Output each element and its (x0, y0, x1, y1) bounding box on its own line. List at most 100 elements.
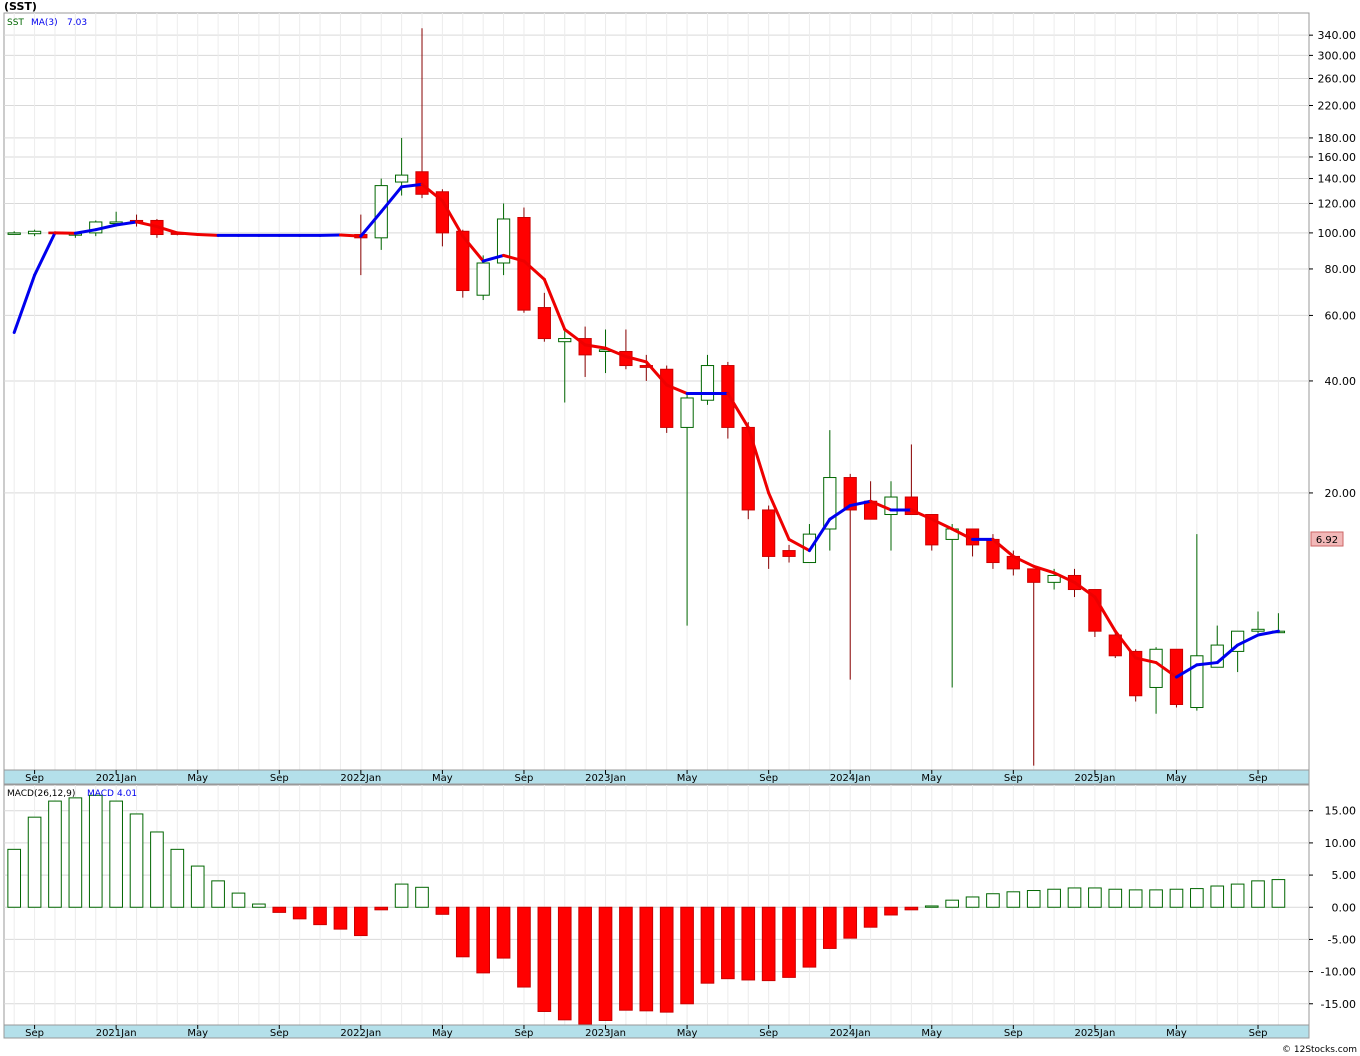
ticker-title: (SST) (4, 0, 37, 13)
macd-series-label: MACD (87, 789, 114, 799)
price-x-tick-label: Sep (1249, 773, 1268, 784)
candle-body (395, 174, 409, 183)
price-y-tick-label: 20.00 (1325, 487, 1357, 500)
macd-bar (924, 905, 939, 908)
macd-bar (802, 906, 817, 968)
macd-bar (761, 906, 776, 982)
macd-bar (7, 848, 22, 908)
macd-bar (150, 831, 164, 908)
macd-bar (1067, 887, 1082, 908)
price-y-tick-label: 80.00 (1325, 263, 1357, 276)
macd-bar (415, 886, 429, 908)
candle-body (721, 365, 735, 428)
macd-y-tick-label: 15.00 (1325, 805, 1357, 818)
macd-bar (394, 883, 409, 908)
price-y-tick-label: 340.00 (1318, 29, 1357, 42)
price-y-tick-label: 160.00 (1318, 151, 1357, 164)
price-y-tick-label: 140.00 (1318, 173, 1357, 186)
price-y-tick-label: 180.00 (1318, 132, 1357, 145)
macd-bar (721, 906, 735, 980)
price-y-tick-label: 40.00 (1325, 375, 1357, 388)
macd-y-tick-label: 5.00 (1332, 869, 1357, 882)
macd-bar (557, 906, 572, 1021)
macd-x-tick-label: May (432, 1028, 453, 1039)
macd-bar (517, 906, 531, 988)
price-panel (3, 12, 1310, 772)
price-x-tick-label: 2024Jan (830, 773, 871, 784)
macd-x-tick-label: 2025Jan (1074, 1028, 1115, 1039)
macd-bar (578, 906, 592, 1025)
macd-bar (537, 906, 552, 1012)
macd-x-tick-label: May (921, 1028, 942, 1039)
macd-bar (435, 906, 450, 915)
price-x-tick-label: 2025Jan (1074, 773, 1115, 784)
price-x-tick-label: May (432, 773, 453, 784)
macd-x-tick-label: 2024Jan (830, 1028, 871, 1039)
price-x-tick-label: May (921, 773, 942, 784)
candle-body (762, 509, 776, 557)
price-y-tick-label: 60.00 (1325, 309, 1357, 322)
macd-bar (843, 906, 858, 939)
ma-segment (175, 231, 200, 237)
macd-bar (1271, 879, 1286, 908)
macd-series-value: 4.01 (117, 789, 137, 799)
price-x-tick-label: Sep (25, 773, 44, 784)
macd-bar (945, 899, 959, 908)
macd-bar (231, 892, 246, 908)
macd-bar (211, 880, 225, 908)
macd-bar (863, 906, 878, 928)
candle-body (537, 307, 551, 340)
macd-bar (1149, 889, 1163, 908)
macd-y-tick-label: -15.00 (1321, 998, 1356, 1011)
macd-x-tick-label: Sep (270, 1028, 289, 1039)
macd-x-tick-label: 2021Jan (96, 1028, 137, 1039)
macd-y-tick-label: -5.00 (1328, 933, 1356, 946)
candle-body (782, 550, 796, 557)
macd-bar (170, 848, 185, 908)
candle-body (476, 262, 490, 296)
candle-body (680, 397, 694, 428)
price-y-tick-label: 260.00 (1318, 73, 1357, 86)
macd-title: MACD(26,12,9) (7, 789, 75, 799)
price-y-tick-label: 300.00 (1318, 49, 1357, 62)
last-price-label: 6.92 (1316, 535, 1338, 546)
footer-credit: © 12Stocks.com (1282, 1045, 1357, 1055)
macd-bar (986, 893, 1000, 908)
macd-y-tick-label: 0.00 (1332, 901, 1357, 914)
macd-bar (822, 906, 837, 949)
macd-bar (272, 906, 287, 913)
macd-bar (129, 813, 144, 908)
macd-bar (1026, 890, 1041, 908)
macd-bar (782, 906, 796, 978)
macd-bar (68, 797, 83, 908)
macd-x-tick-label: Sep (759, 1028, 778, 1039)
macd-bar (619, 906, 633, 1011)
macd-bar (904, 906, 919, 911)
candle-body (884, 496, 898, 516)
macd-x-tick-label: 2022Jan (340, 1028, 381, 1039)
macd-bar (333, 906, 348, 930)
macd-bar (313, 906, 327, 926)
price-x-tick-label: May (1166, 773, 1187, 784)
macd-bar (884, 906, 898, 916)
macd-x-tick-label: Sep (1004, 1028, 1023, 1039)
macd-x-tick-label: Sep (1249, 1028, 1268, 1039)
candle-body (1027, 568, 1041, 583)
price-x-tick-label: 2023Jan (585, 773, 626, 784)
macd-y-tick-label: -10.00 (1321, 966, 1356, 979)
macd-bar (1088, 887, 1102, 908)
macd-bar (88, 794, 103, 908)
candle-body (1047, 574, 1061, 583)
price-x-tick-label: May (187, 773, 208, 784)
stock-chart: 20.00 40.00 60.00 80.00 100.00 120.00 140.00 16… (0, 0, 1360, 1056)
candle-body (7, 232, 21, 235)
price-symbol-label: SST (7, 18, 24, 28)
price-x-tick-label: May (677, 773, 698, 784)
macd-bar (680, 906, 694, 1005)
macd-bar (354, 906, 368, 937)
ma-value: 7.03 (67, 18, 87, 28)
macd-bar (700, 906, 715, 984)
macd-bar (741, 906, 756, 981)
macd-x-tick-label: Sep (25, 1028, 44, 1039)
macd-bar (496, 906, 511, 959)
